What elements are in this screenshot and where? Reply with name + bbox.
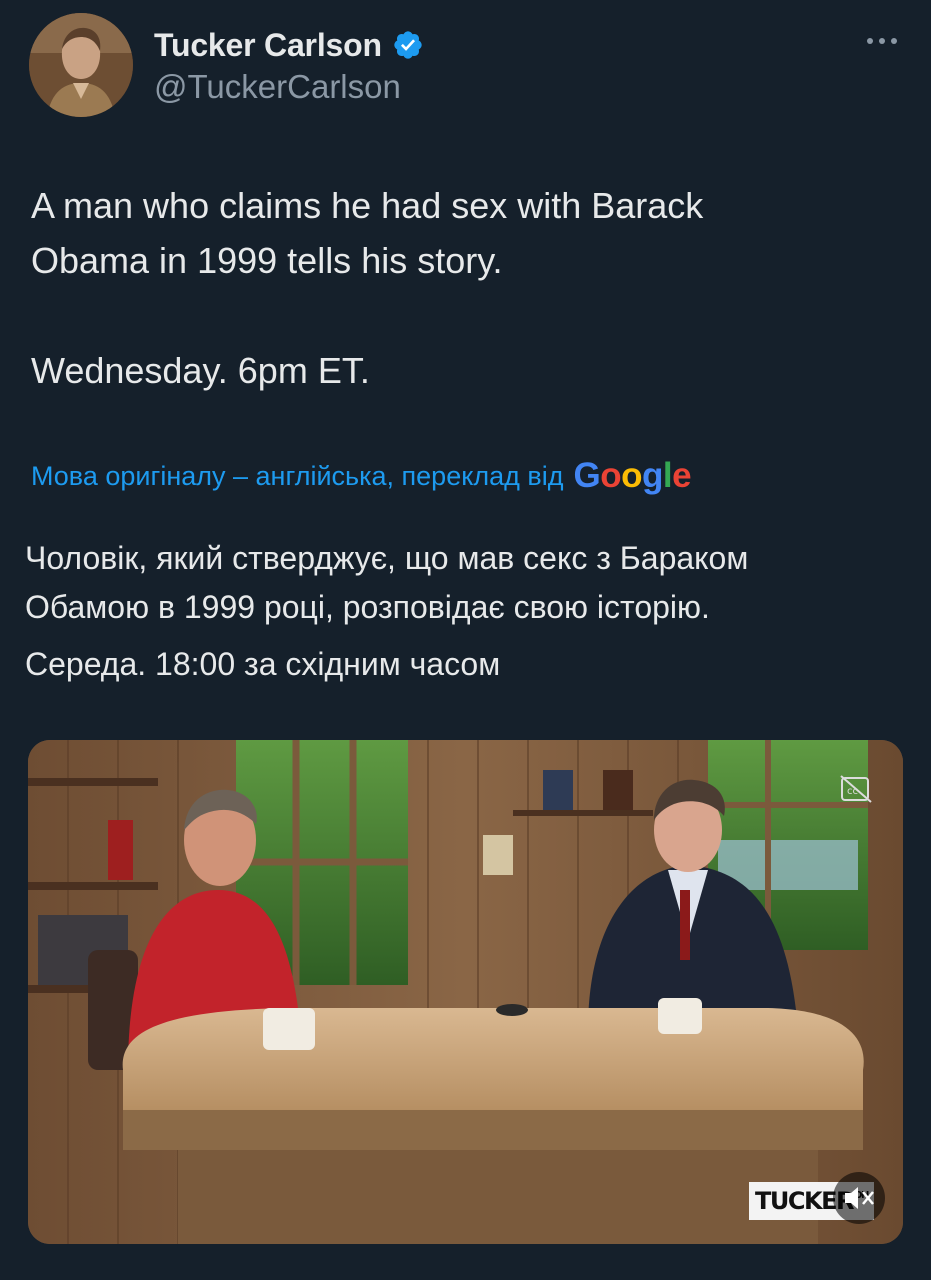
- more-dot: [891, 38, 897, 44]
- tweet-text: A man who claims he had sex with Barack …: [31, 178, 891, 398]
- video-player[interactable]: cc TUCKER ON: [28, 740, 903, 1244]
- display-name[interactable]: Tucker Carlson: [154, 27, 382, 64]
- google-logo: Google: [573, 456, 692, 495]
- more-horizontal-icon: [867, 38, 873, 44]
- tweet-line: Obama in 1999 tells his story.: [31, 240, 503, 281]
- closed-captions-icon[interactable]: cc: [839, 774, 873, 804]
- translated-line: Середа. 18:00 за східним часом: [25, 646, 501, 682]
- video-frame: [28, 740, 903, 1244]
- translated-line: Обамою в 1999 році, розповідає свою істо…: [25, 589, 710, 625]
- translated-line: Чоловік, який стверджує, що мав секс з Б…: [25, 540, 749, 576]
- handle[interactable]: @TuckerCarlson: [154, 68, 401, 106]
- translation-notice[interactable]: Мова оригіналу – англійська, переклад ві…: [31, 456, 692, 496]
- author-name-row[interactable]: Tucker Carlson: [154, 24, 424, 66]
- more-options-button[interactable]: [863, 34, 901, 48]
- svg-text:cc: cc: [847, 786, 858, 797]
- tweet[interactable]: Tucker Carlson @TuckerCarlson A man who …: [0, 0, 931, 1280]
- more-dot: [879, 38, 885, 44]
- tweet-line: Wednesday. 6pm ET.: [31, 350, 370, 391]
- translated-text: Чоловік, який стверджує, що мав секс з Б…: [25, 534, 905, 689]
- tweet-line: A man who claims he had sex with Barack: [31, 185, 704, 226]
- verified-badge-icon: [392, 29, 424, 61]
- volume-muted-icon[interactable]: [833, 1172, 885, 1224]
- avatar[interactable]: [29, 13, 133, 117]
- translation-notice-text[interactable]: Мова оригіналу – англійська, переклад ві…: [31, 461, 563, 492]
- avatar-image: [29, 13, 133, 117]
